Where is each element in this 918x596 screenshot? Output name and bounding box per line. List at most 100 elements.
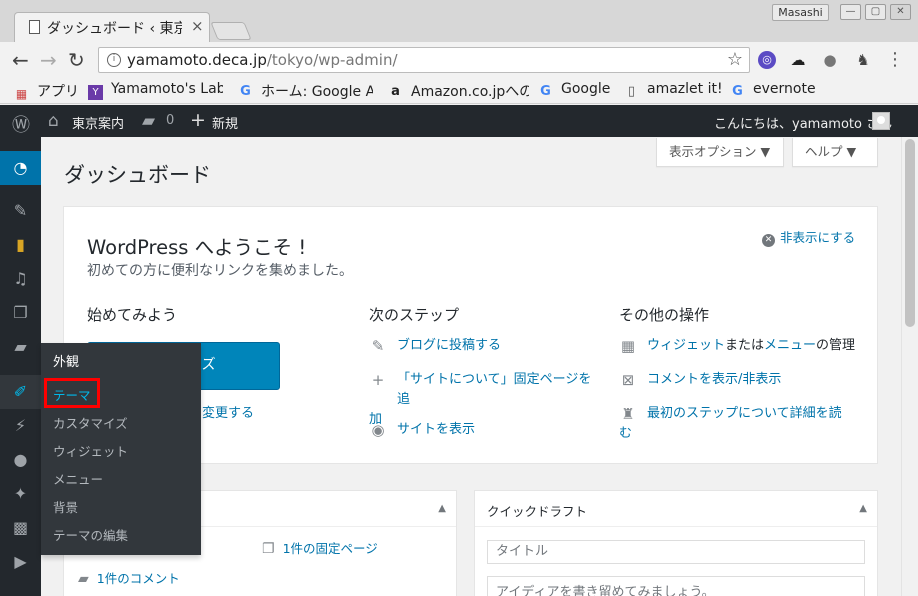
- step-label: サイトを表示: [397, 422, 476, 437]
- bookmark-label: evernote: [753, 81, 816, 97]
- browser-toolbar: ← → ↻ i yamamoto.deca.jp/tokyo/wp-admin/…: [0, 42, 918, 78]
- yamamoto-logo-icon: Y: [88, 85, 103, 100]
- menu-item-customize[interactable]: カスタマイズ: [53, 413, 128, 432]
- page-scrollbar[interactable]: [901, 137, 918, 596]
- admin-sidebar: ◔ ✎ ▮ ♫ ❐ ▰ ✐ ⚡ ● ✦ ▩ ▶: [0, 137, 41, 596]
- site-name-link[interactable]: 東京案内: [72, 113, 124, 132]
- menu-item-widgets[interactable]: ウィジェット: [53, 441, 128, 460]
- menu-item-theme-editor[interactable]: テーマの編集: [53, 525, 128, 544]
- scroll-thumb[interactable]: [905, 139, 915, 327]
- pages-icon: ❐: [13, 303, 28, 322]
- bookmark-google[interactable]: G Google: [538, 81, 610, 99]
- sidebar-item-settings[interactable]: ▩: [0, 511, 41, 545]
- graduation-cap-icon: ♜: [621, 405, 635, 423]
- tab-title: ダッシュボード ‹ 東京: [47, 21, 182, 37]
- toggle-comments-link[interactable]: ⊠ コメントを表示/非表示: [619, 370, 782, 390]
- reload-button[interactable]: ↻: [68, 48, 85, 72]
- toggle-arrow-icon[interactable]: ▲: [859, 503, 867, 514]
- bookmark-label: Google: [561, 81, 611, 97]
- sidebar-item-users[interactable]: ●: [0, 443, 41, 477]
- bookmark-label: amazlet it!: [647, 81, 723, 97]
- change-theme-link[interactable]: 変更する: [202, 402, 254, 421]
- comment-icon[interactable]: ▰: [142, 111, 155, 131]
- comments-count-link[interactable]: ▰ 1件のコメント: [78, 568, 180, 587]
- bookmark-evernote[interactable]: Gevernote: [730, 81, 816, 99]
- welcome-title: WordPress へようこそ !: [87, 236, 307, 259]
- bookmark-label: ホーム: Google Ad: [261, 84, 373, 100]
- new-content-link[interactable]: 新規: [212, 113, 238, 132]
- menus-label: メニュー: [764, 338, 817, 353]
- close-icon: ✕: [762, 234, 775, 247]
- back-button[interactable]: ←: [12, 48, 29, 72]
- minimize-button[interactable]: —: [840, 4, 861, 20]
- new-tab-button[interactable]: [210, 22, 252, 40]
- bookmark-star-icon[interactable]: ☆: [727, 49, 743, 70]
- widgets-icon: ▦: [620, 337, 636, 355]
- wordpress-logo-icon[interactable]: Ⓦ: [12, 111, 30, 137]
- draft-content-textarea[interactable]: アイディアを書き留めてみましょう。: [487, 576, 865, 596]
- info-icon[interactable]: i: [107, 53, 121, 67]
- write-post-link[interactable]: ✎ ブログに投稿する: [369, 336, 501, 356]
- extension-globe-icon[interactable]: ◎: [758, 51, 776, 69]
- sidebar-item-media[interactable]: ♫: [0, 262, 41, 296]
- postbox-header: クイックドラフト ▲: [475, 491, 877, 527]
- or-label: または: [725, 338, 765, 353]
- manage-widgets-link[interactable]: ▦ ウィジェットまたはメニューの管理: [619, 336, 855, 356]
- bookmark-label: Amazon.co.jpへの: [411, 84, 529, 100]
- menu-item-menus[interactable]: メニュー: [53, 469, 103, 488]
- profile-button[interactable]: Masashi: [772, 4, 829, 21]
- draft-title-input[interactable]: タイトル: [487, 540, 865, 564]
- screen-options-button[interactable]: 表示オプション ▼: [656, 138, 784, 167]
- menu-icon[interactable]: ⋮: [886, 51, 904, 69]
- sidebar-item-plugins[interactable]: ⚡: [0, 409, 41, 443]
- bookmark-yamamoto-lab[interactable]: Y Yamamoto's Lab: [88, 81, 223, 100]
- sidebar-item-appearance[interactable]: ✐: [0, 375, 41, 409]
- plus-icon: +: [371, 371, 385, 389]
- sidebar-item-dashboard[interactable]: ◔: [0, 151, 41, 185]
- sidebar-item-collapse[interactable]: ▶: [0, 545, 41, 579]
- bookmark-apps[interactable]: ▦ アプリ: [14, 81, 79, 102]
- toggle-arrow-icon[interactable]: ▲: [438, 503, 446, 514]
- view-site-link[interactable]: ◉ サイトを表示: [369, 420, 475, 440]
- avatar[interactable]: [872, 112, 890, 130]
- page-icon: [29, 20, 40, 34]
- plus-icon: +: [190, 109, 206, 131]
- amazon-icon: a: [391, 84, 400, 99]
- widgets-label: ウィジェット: [647, 338, 726, 353]
- get-started-heading: 始めてみよう: [87, 306, 178, 324]
- sidebar-item-pages[interactable]: ❐: [0, 296, 41, 330]
- greeting-link[interactable]: こんにちは、yamamoto さん: [714, 113, 892, 132]
- step-label: 「サイトについて」固定ページを追: [397, 372, 592, 407]
- google-icon: G: [732, 84, 743, 99]
- bookmark-amazon[interactable]: a Amazon.co.jpへの: [388, 81, 529, 101]
- menu-item-background[interactable]: 背景: [53, 497, 78, 516]
- comment-icon: ▰: [14, 337, 27, 356]
- pages-count-link[interactable]: ❐ 1件の固定ページ: [262, 538, 378, 557]
- comments-count: 0: [166, 113, 175, 128]
- google-icon: G: [540, 84, 551, 99]
- sidebar-item-posts[interactable]: ✎: [0, 194, 41, 228]
- bookmark-amazlet[interactable]: ▯ amazlet it!: [624, 81, 723, 99]
- close-window-button[interactable]: ✕: [890, 4, 911, 20]
- maximize-button[interactable]: ▢: [865, 4, 886, 20]
- address-bar[interactable]: i yamamoto.deca.jp/tokyo/wp-admin/ ☆: [98, 47, 750, 73]
- view-icon: ◉: [371, 421, 385, 439]
- play-circle-icon: ▶: [14, 552, 27, 571]
- extension-puzzle-icon[interactable]: ●: [821, 51, 839, 69]
- sidebar-item-comments[interactable]: ▰: [0, 330, 41, 364]
- media-icon: ♫: [13, 269, 28, 288]
- evernote-extension-icon[interactable]: ♞: [854, 51, 872, 69]
- help-button[interactable]: ヘルプ ▼: [792, 138, 878, 167]
- sidebar-item-plugin[interactable]: ▮: [0, 228, 41, 262]
- extension-cloud-icon[interactable]: ☁: [789, 51, 807, 69]
- bookmark-google-ads[interactable]: G ホーム: Google Ad: [238, 81, 373, 101]
- tab-close-icon[interactable]: ×: [191, 17, 204, 35]
- browser-tab[interactable]: ダッシュボード ‹ 東京 ×: [14, 12, 210, 42]
- dismiss-link[interactable]: ✕ 非表示にする: [762, 227, 855, 247]
- learn-more-link[interactable]: ♜ 最初のステップについて詳細を読む: [619, 404, 859, 444]
- sidebar-item-tools[interactable]: ✦: [0, 477, 41, 511]
- url-text: yamamoto.deca.jp/tokyo/wp-admin/: [127, 51, 398, 69]
- forward-button[interactable]: →: [40, 48, 57, 72]
- edit-icon: ✎: [371, 337, 385, 355]
- dashboard-icon: ◔: [13, 158, 28, 177]
